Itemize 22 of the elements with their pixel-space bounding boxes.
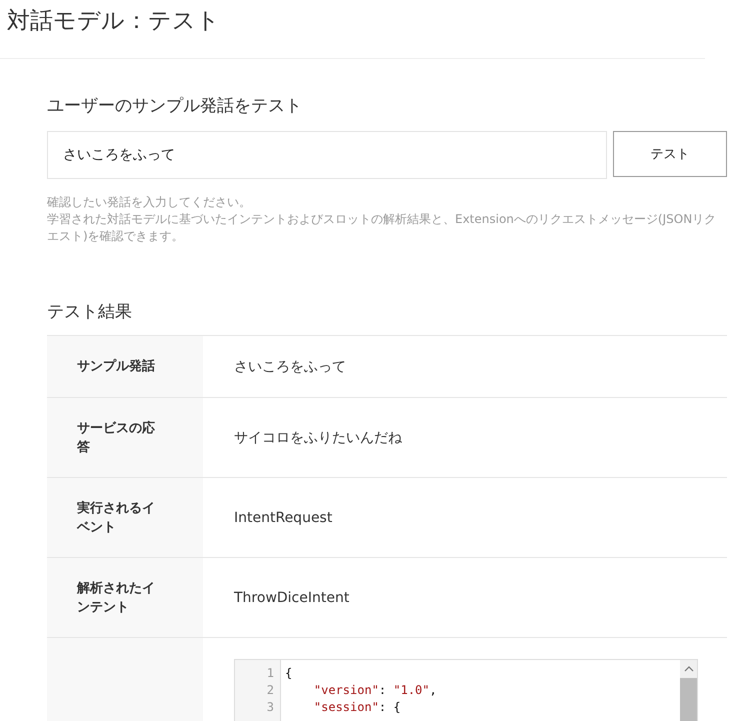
row-value: さいころをふって	[233, 358, 347, 376]
code-line: "version": "1.0",	[312, 682, 438, 699]
utterance-input-field[interactable]: さいころをふって	[47, 131, 607, 179]
help-text: 学習された対話モデルに基づいたインテントおよびスロットの解析結果と、Extensionへのリクエストメッセージ(JSONリクエスト)を確認できます。	[47, 211, 718, 245]
row-label: サンプル発話	[47, 336, 203, 397]
help-text: 確認したい発話を入力してください。	[47, 194, 252, 211]
section-heading: ユーザーのサンプル発話をテスト	[47, 95, 303, 117]
row-value: IntentRequest	[233, 508, 334, 528]
row-label: サービスの応答	[47, 398, 203, 477]
code-line: {	[285, 665, 294, 682]
line-number: 3	[266, 699, 274, 716]
line-number: 1	[266, 665, 274, 682]
row-label: 解析されたインテント	[47, 558, 203, 637]
scroll-up-icon[interactable]	[684, 666, 694, 672]
row-value: ThrowDiceIntent	[233, 588, 350, 608]
row-value: サイコロをふりたいんだね	[233, 428, 403, 448]
code-line: "session": {	[312, 699, 402, 716]
section-heading: テスト結果	[47, 301, 133, 323]
test-button[interactable]: テスト	[613, 131, 727, 177]
row-label: 実行されるイベント	[47, 478, 203, 557]
line-number: 2	[266, 682, 274, 699]
page-title: 対話モデル：テスト	[6, 7, 221, 36]
